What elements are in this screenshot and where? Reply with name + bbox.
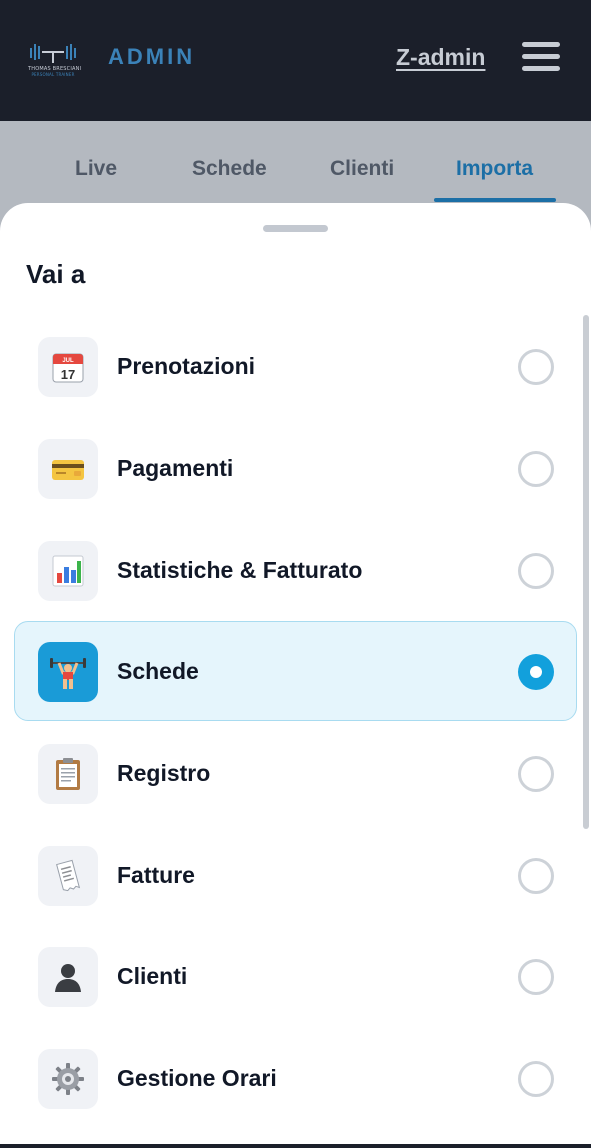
menu-item-label: Gestione Orari	[117, 1065, 277, 1091]
menu-item-schede[interactable]: Schede	[14, 621, 577, 721]
radio-button[interactable]	[518, 959, 554, 995]
user-account-link[interactable]: Z-admin	[396, 44, 485, 71]
gear-icon	[38, 1049, 98, 1109]
user-silhouette-icon	[38, 947, 98, 1007]
menu-item-label: Prenotazioni	[117, 353, 256, 379]
hamburger-menu-icon[interactable]	[522, 42, 562, 74]
sheet-title: Vai a	[26, 259, 86, 289]
calendar-month: JUL	[62, 358, 74, 364]
receipt-icon	[38, 846, 98, 906]
tab-clienti[interactable]: Clienti	[330, 157, 394, 181]
menu-item-pagamenti[interactable]: Pagamenti	[14, 418, 577, 518]
tab-schede[interactable]: Schede	[192, 157, 267, 181]
menu-item-fatture[interactable]: Fatture	[14, 825, 577, 925]
radio-button-selected[interactable]	[518, 654, 554, 690]
menu-item-label: Schede	[117, 658, 199, 684]
bar-chart-icon	[38, 541, 98, 601]
menu-item-label: Statistiche & Fatturato	[117, 557, 363, 583]
menu-item-label: Fatture	[117, 862, 195, 888]
calendar-day: 17	[61, 367, 75, 382]
radio-button[interactable]	[518, 553, 554, 589]
menu-item-registro[interactable]: Registro	[14, 723, 577, 823]
active-tab-indicator	[434, 198, 556, 202]
logo-subtext: PERSONAL TRAINER	[31, 72, 75, 77]
radio-button[interactable]	[518, 349, 554, 385]
menu-item-label: Clienti	[117, 963, 188, 989]
barbell-logo-icon	[30, 44, 76, 63]
credit-card-icon	[38, 439, 98, 499]
goto-bottom-sheet: Vai a JUL 17 Prenotazioni Pagamenti Stat…	[0, 203, 591, 1148]
tab-importa[interactable]: Importa	[456, 157, 533, 181]
radio-button[interactable]	[518, 451, 554, 487]
menu-item-statistiche-fatturato[interactable]: Statistiche & Fatturato	[14, 520, 577, 620]
weightlifter-icon	[38, 642, 98, 702]
menu-item-prenotazioni[interactable]: JUL 17 Prenotazioni	[14, 316, 577, 416]
radio-button[interactable]	[518, 756, 554, 792]
sheet-drag-handle[interactable]	[263, 225, 328, 232]
scrollbar[interactable]	[583, 315, 589, 829]
system-bottom-bar	[0, 1144, 591, 1148]
calendar-icon: JUL 17	[38, 337, 98, 397]
top-bar: THOMAS BRESCIANI PERSONAL TRAINER ADMIN …	[0, 0, 591, 121]
tab-bar: Live Schede Clienti Importa	[0, 121, 591, 203]
brand-logo[interactable]: THOMAS BRESCIANI PERSONAL TRAINER	[28, 40, 81, 78]
radio-button[interactable]	[518, 1061, 554, 1097]
tab-live[interactable]: Live	[75, 157, 117, 181]
radio-button[interactable]	[518, 858, 554, 894]
clipboard-icon	[38, 744, 98, 804]
app-title: ADMIN	[108, 44, 196, 69]
menu-item-label: Registro	[117, 760, 211, 786]
menu-item-label: Pagamenti	[117, 455, 234, 481]
menu-item-clienti[interactable]: Clienti	[14, 926, 577, 1026]
menu-item-gestione-orari[interactable]: Gestione Orari	[14, 1028, 577, 1128]
